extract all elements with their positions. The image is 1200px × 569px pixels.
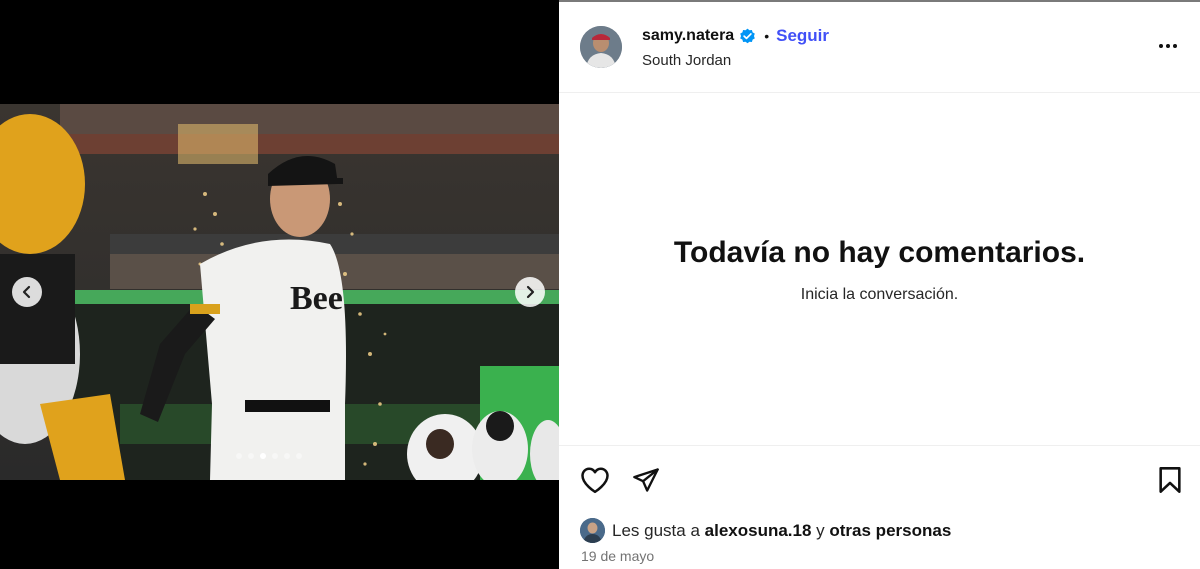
more-options-icon	[1159, 44, 1163, 48]
save-button[interactable]	[1155, 463, 1185, 497]
likes-summary: Les gusta a alexosuna.18 y otras persona…	[580, 518, 951, 543]
liker-avatar[interactable]	[580, 518, 605, 543]
verified-badge-icon	[739, 28, 756, 45]
heart-icon	[581, 467, 609, 494]
carousel-indicator	[236, 453, 302, 459]
carousel-dot	[272, 453, 278, 459]
share-button[interactable]	[629, 463, 663, 497]
carousel-prev-button[interactable]	[12, 277, 42, 307]
no-comments-subtitle: Inicia la conversación.	[800, 286, 959, 303]
likes-prefix: Les gusta a	[612, 520, 700, 540]
no-comments-title: Todavía no hay comentarios.	[673, 236, 1086, 269]
location-link[interactable]: South Jordan	[642, 52, 731, 69]
post-details-panel: samy.natera • Seguir South Jordan Todaví…	[559, 2, 1200, 569]
actions-divider	[559, 445, 1200, 446]
more-options-icon	[1173, 44, 1177, 48]
likes-conjunction: y	[816, 520, 825, 540]
carousel-dot	[236, 453, 242, 459]
more-options-icon	[1166, 44, 1170, 48]
likes-others-link[interactable]: otras personas	[829, 521, 951, 541]
carousel-dot	[296, 453, 302, 459]
like-button[interactable]	[578, 463, 612, 497]
username-link[interactable]: samy.natera	[642, 27, 734, 45]
liker-username-link[interactable]: alexosuna.18	[705, 521, 812, 541]
chevron-right-icon	[526, 285, 535, 299]
carousel-next-button[interactable]	[515, 277, 545, 307]
send-icon	[633, 468, 659, 492]
svg-text:Bee: Bee	[290, 280, 343, 317]
carousel-dot	[248, 453, 254, 459]
post-date[interactable]: 19 de mayo	[581, 548, 654, 564]
follow-button[interactable]: Seguir	[776, 26, 829, 46]
post-header: samy.natera • Seguir South Jordan	[559, 2, 1200, 93]
avatar[interactable]	[580, 26, 622, 68]
post-photo: Bee	[0, 104, 559, 480]
chevron-left-icon	[22, 285, 31, 299]
bookmark-icon	[1159, 467, 1181, 493]
carousel-dot	[284, 453, 290, 459]
more-options-button[interactable]	[1156, 34, 1180, 58]
separator-dot: •	[764, 28, 770, 44]
user-row: samy.natera • Seguir	[642, 26, 829, 46]
post-media: Bee	[0, 0, 559, 569]
carousel-dot-active	[260, 453, 266, 459]
